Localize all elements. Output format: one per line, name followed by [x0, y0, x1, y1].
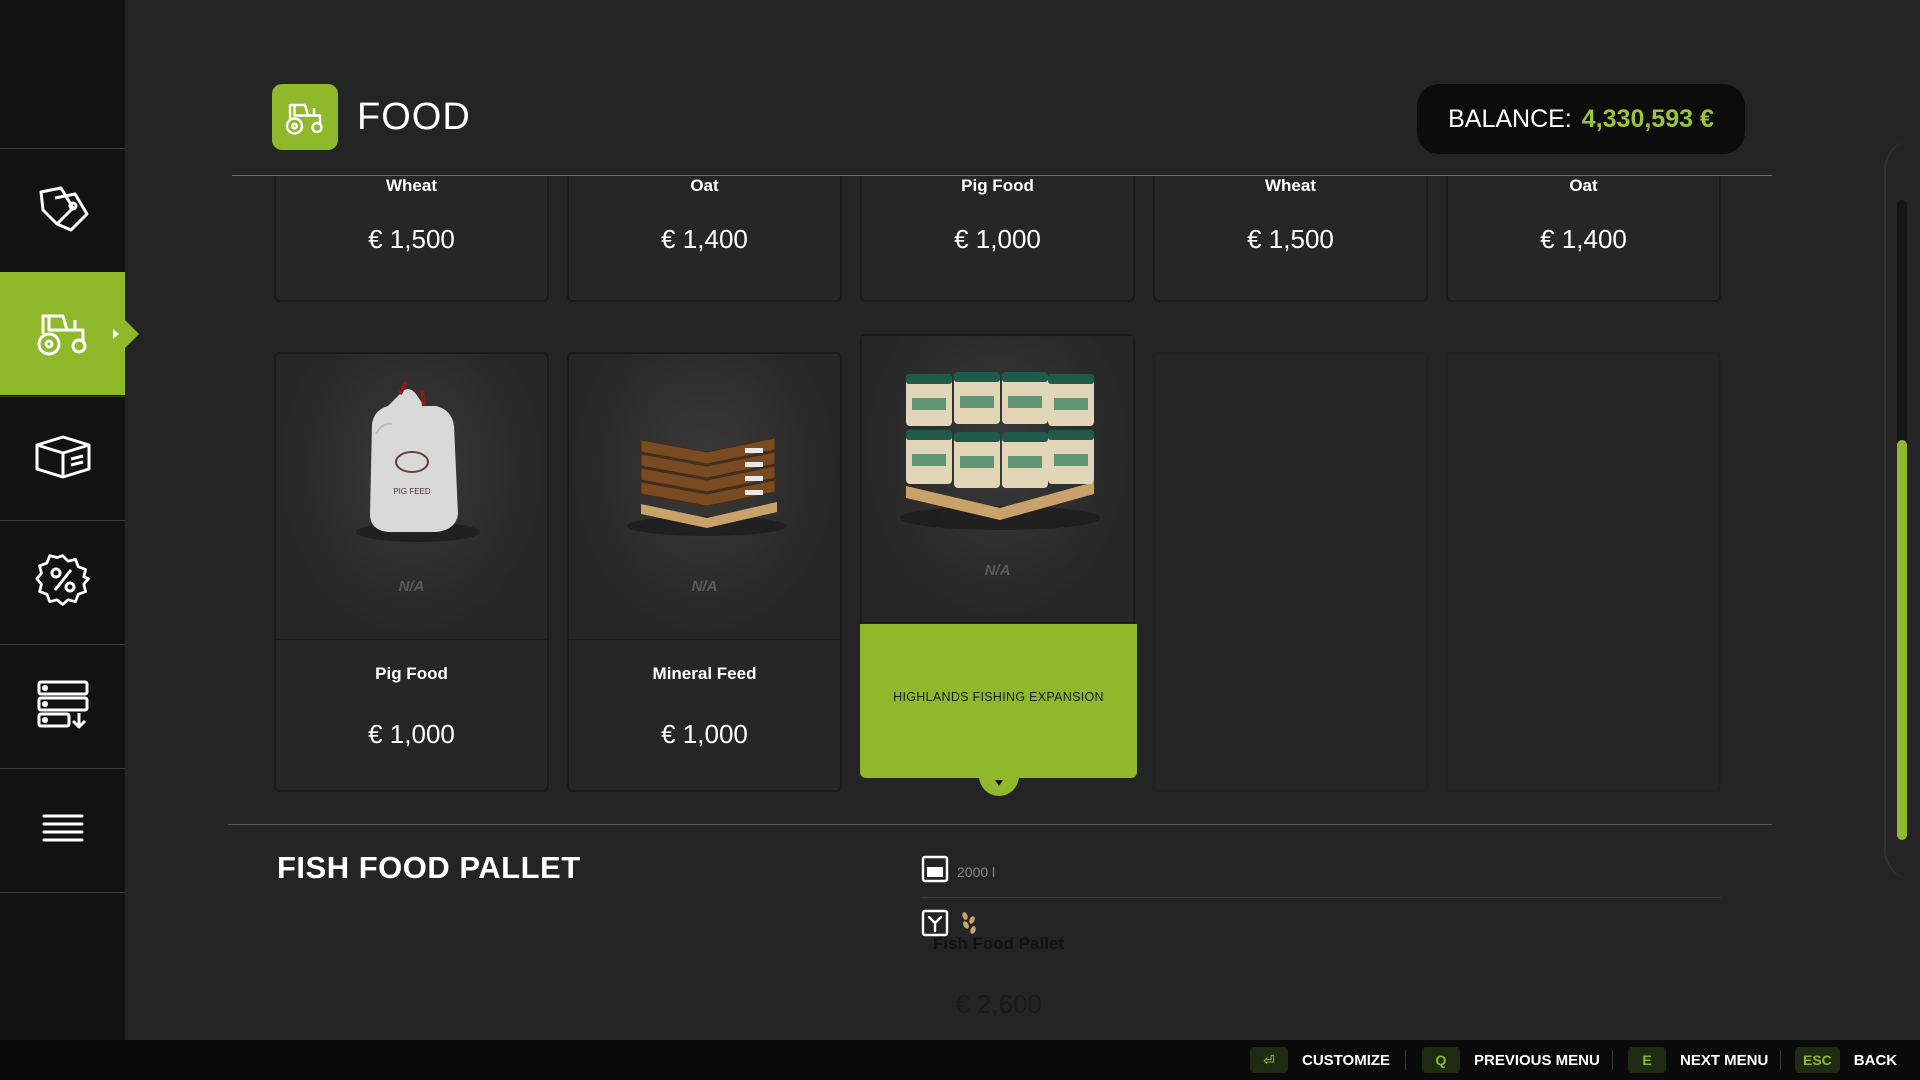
animal-feed-icon [921, 909, 949, 942]
capacity-value: 2000 l [957, 863, 996, 880]
shop-item-card-mineral-feed[interactable]: N/A Mineral Feed € 1,000 [567, 352, 842, 792]
item-name: Mineral Feed [652, 664, 757, 683]
shop-item-card[interactable]: Wheat € 1,500 [274, 176, 549, 302]
footer-separator [1405, 1050, 1406, 1070]
enter-key-icon: ⏎ [1250, 1047, 1288, 1073]
detail-separator [921, 897, 1721, 898]
item-price: € 2,600 [955, 989, 1042, 1019]
sidebar [0, 0, 125, 1040]
box-icon [33, 431, 93, 486]
item-name: Pig Food [961, 176, 1034, 195]
item-price: € 1,500 [368, 224, 455, 254]
dlc-label: HIGHLANDS FISHING EXPANSION [893, 690, 1104, 704]
e-key: E [1628, 1047, 1666, 1073]
tractor-icon [33, 304, 93, 365]
sidebar-item-objects[interactable] [0, 396, 125, 519]
grain-fish-icon [957, 910, 981, 941]
sidebar-divider [0, 892, 125, 893]
availability-label: N/A [691, 578, 718, 595]
selected-item-panel: Fish Food Pallet HIGHLANDS FISHING EXPAN… [860, 624, 1137, 1019]
server-download-icon [35, 679, 91, 734]
capacity-icon [921, 855, 949, 888]
item-name: Oat [690, 176, 719, 195]
balance-value: 4,330,593 € [1581, 104, 1714, 133]
item-price: € 1,000 [368, 719, 455, 749]
empty-slot [1153, 352, 1428, 792]
item-image [569, 354, 840, 640]
back-label: BACK [1853, 1051, 1898, 1069]
item-price: € 1,000 [661, 719, 748, 749]
item-name: Fish Food Pallet [932, 934, 1065, 953]
empty-slot [1446, 352, 1721, 792]
item-image: PIG FEED [276, 354, 547, 640]
footer-separator [1612, 1050, 1613, 1070]
customize-label: CUSTOMIZE [1302, 1051, 1391, 1069]
back-button[interactable]: ESC BACK [1795, 1047, 1897, 1073]
shop-item-card[interactable]: Wheat € 1,500 [1153, 176, 1428, 302]
sidebar-item-storage[interactable] [0, 644, 125, 767]
scrollbar-thumb[interactable] [1897, 440, 1907, 840]
item-name: Oat [1569, 176, 1598, 195]
item-price: € 1,000 [954, 224, 1041, 254]
customize-button[interactable]: ⏎ CUSTOMIZE [1250, 1047, 1390, 1073]
item-name: Wheat [1265, 176, 1316, 195]
sidebar-item-sales[interactable] [0, 148, 125, 271]
mineral-feed-pallet-icon [627, 437, 787, 536]
footer-bar: ⏎ CUSTOMIZE Q PREVIOUS MENU E NEXT MENU … [0, 1040, 1920, 1080]
detail-title: FISH FOOD PALLET [277, 850, 581, 885]
detail-divider [228, 824, 1772, 825]
active-indicator-icon [113, 329, 119, 339]
shop-item-card[interactable]: Oat € 1,400 [1446, 176, 1721, 302]
shop-item-card[interactable]: Pig Food € 1,000 [860, 176, 1135, 302]
animal-food-row [921, 909, 981, 942]
esc-key: ESC [1795, 1047, 1840, 1073]
menu-lines-icon [41, 812, 85, 849]
availability-label: N/A [984, 562, 1011, 579]
item-image [862, 336, 1133, 623]
item-name: Wheat [386, 176, 437, 195]
price-tags-icon [35, 180, 91, 241]
item-price: € 1,500 [1247, 224, 1334, 254]
item-price: € 1,400 [1540, 224, 1627, 254]
category-tractor-icon [272, 84, 338, 150]
svg-text:PIG FEED: PIG FEED [393, 487, 431, 496]
q-key: Q [1422, 1047, 1460, 1073]
pig-food-bag-icon: PIG FEED [356, 381, 480, 542]
sidebar-item-menu[interactable] [0, 768, 125, 891]
sidebar-item-vehicles[interactable] [0, 272, 125, 395]
balance-display: BALANCE: 4,330,593 € [1417, 84, 1745, 154]
shop-item-card[interactable]: Oat € 1,400 [567, 176, 842, 302]
next-menu-button[interactable]: E NEXT MENU [1628, 1047, 1768, 1073]
footer-separator [1780, 1050, 1781, 1070]
selection-notch-icon [978, 776, 1019, 796]
percent-badge-icon [34, 552, 91, 613]
previous-menu-label: PREVIOUS MENU [1474, 1051, 1600, 1069]
shop-item-card-fish-food-pallet[interactable]: N/A Fish Food Pallet HIGHLANDS FISHING E… [860, 334, 1137, 1019]
previous-menu-button[interactable]: Q PREVIOUS MENU [1422, 1047, 1600, 1073]
sidebar-item-sales-offers[interactable] [0, 520, 125, 643]
capacity-row: 2000 l [921, 855, 995, 888]
next-menu-label: NEXT MENU [1680, 1051, 1769, 1069]
item-name: Pig Food [375, 664, 448, 683]
item-price: € 1,400 [661, 224, 748, 254]
page-title: FOOD [357, 96, 471, 138]
balance-label: BALANCE: [1448, 104, 1572, 133]
shop-item-card-pig-food[interactable]: PIG FEED N/A Pig Food € 1,000 [274, 352, 549, 792]
fish-food-buckets-icon [900, 372, 1100, 530]
availability-label: N/A [398, 578, 425, 595]
